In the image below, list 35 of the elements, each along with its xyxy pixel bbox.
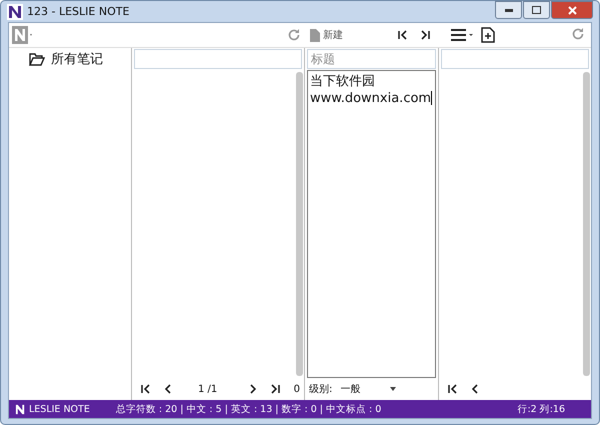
add-note-icon[interactable] — [481, 27, 495, 43]
menu-icon[interactable] — [451, 29, 473, 41]
minimize-button[interactable] — [495, 1, 522, 19]
cursor-position: 行:2 列:16 — [517, 402, 565, 416]
first-note-button[interactable] — [397, 29, 409, 41]
maximize-icon — [532, 6, 541, 14]
app-menu-button[interactable] — [12, 26, 34, 44]
close-button[interactable] — [551, 1, 593, 19]
first-page-button[interactable] — [140, 383, 152, 395]
sidebar-item[interactable]: 所有笔记 — [51, 50, 103, 68]
caret-icon — [390, 387, 396, 391]
folder-icon — [29, 52, 45, 66]
page-indicator: 1 /1 — [198, 384, 218, 394]
minimize-icon — [504, 8, 512, 12]
search-field[interactable] — [134, 49, 302, 69]
note-body[interactable]: 当下软件园 www.downxia.com — [307, 70, 436, 378]
document-icon — [310, 28, 320, 42]
window-title: 123 - LESLIE NOTE — [27, 5, 130, 18]
logo-icon — [7, 4, 23, 20]
title-field[interactable]: 标题 — [307, 49, 436, 69]
text-field[interactable] — [441, 49, 589, 69]
level-dropdown[interactable]: 一般 — [340, 382, 396, 396]
refresh-icon[interactable] — [571, 26, 585, 40]
logo-icon — [15, 404, 26, 414]
close-icon — [568, 6, 576, 14]
first-page-button[interactable] — [447, 383, 459, 395]
last-page-button[interactable] — [269, 383, 282, 395]
note-count: 0 — [294, 384, 301, 394]
maximize-button[interactable] — [523, 1, 550, 19]
app-name: LESLIE NOTE — [29, 404, 90, 414]
new-note-button[interactable]: 新建 — [307, 28, 346, 42]
refresh-icon[interactable] — [287, 28, 301, 42]
level-label: 级别: — [309, 383, 332, 396]
status-stats: 总字符数 : 20 | 中文 : 5 | 英文 : 13 | 数字 : 0 | 中文标点 : 0 — [116, 402, 382, 416]
last-note-button[interactable] — [419, 29, 431, 41]
